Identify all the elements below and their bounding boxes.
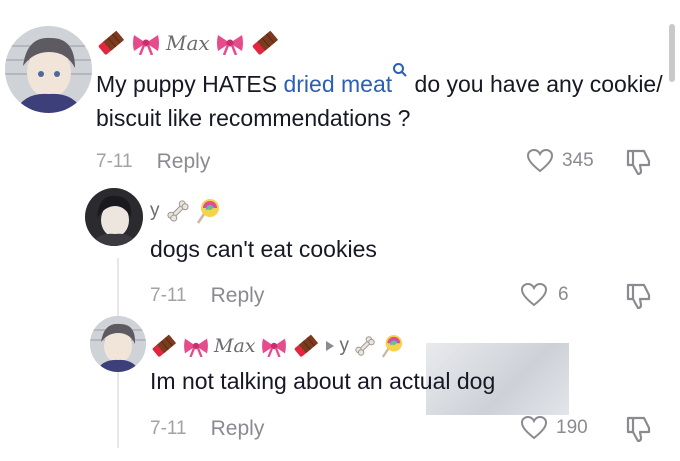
username[interactable]: Max	[166, 31, 210, 55]
username-row: Max y	[150, 332, 403, 360]
comment-meta: 7-11 Reply	[96, 148, 210, 176]
reply-arrow-icon	[325, 341, 334, 351]
reply-to-username[interactable]: y	[340, 335, 350, 357]
heart-icon[interactable]	[526, 148, 554, 174]
chocolate-icon	[294, 334, 318, 357]
dislike-icon[interactable]	[624, 415, 654, 443]
bow-icon	[216, 35, 243, 55]
bone-icon	[166, 200, 189, 222]
dislike-icon[interactable]	[624, 282, 654, 310]
comment-text: dogs can't eat cookies	[150, 236, 377, 262]
like-count: 190	[556, 417, 588, 438]
comment-date: 7-11	[150, 285, 187, 306]
username-row: Max	[96, 28, 280, 58]
heart-icon[interactable]	[520, 282, 548, 308]
lollipop-icon	[381, 335, 403, 358]
chocolate-icon	[98, 30, 125, 55]
dislike-icon[interactable]	[624, 148, 654, 176]
comment-meta: 7-11 Reply	[150, 415, 264, 443]
avatar-image	[90, 316, 146, 372]
username[interactable]: Max	[214, 335, 256, 357]
comment-text: Im not talking about an actual dog	[150, 368, 496, 394]
reply-button[interactable]: Reply	[211, 284, 265, 308]
search-link[interactable]: dried meat	[283, 71, 392, 97]
like-group: 345	[526, 147, 594, 175]
avatar-image	[85, 188, 143, 246]
bow-icon	[133, 35, 159, 55]
avatar[interactable]	[5, 26, 92, 113]
reply-button[interactable]: Reply	[211, 417, 265, 441]
search-icon[interactable]	[392, 62, 408, 78]
like-group: 190	[520, 414, 588, 442]
chocolate-icon	[152, 334, 177, 357]
avatar[interactable]	[85, 188, 143, 246]
username-row: y	[150, 198, 220, 224]
bone-icon	[355, 336, 375, 356]
avatar[interactable]	[90, 316, 146, 372]
scrollbar[interactable]	[669, 24, 675, 82]
like-count: 6	[558, 284, 569, 305]
avatar-image	[5, 26, 92, 113]
lollipop-icon	[196, 199, 219, 224]
like-group: 6	[520, 281, 569, 309]
comment-date: 7-11	[96, 151, 133, 172]
like-count: 345	[562, 150, 594, 171]
heart-icon[interactable]	[520, 415, 548, 441]
comment-meta: 7-11 Reply	[150, 282, 264, 310]
bow-icon	[184, 338, 208, 357]
bow-icon	[261, 338, 286, 357]
chocolate-icon	[252, 30, 278, 55]
username[interactable]: y	[150, 200, 160, 222]
comment-text: My puppy HATES dried meat do you have an…	[96, 62, 666, 135]
reply-button[interactable]: Reply	[157, 150, 211, 174]
comment-date: 7-11	[150, 418, 187, 439]
